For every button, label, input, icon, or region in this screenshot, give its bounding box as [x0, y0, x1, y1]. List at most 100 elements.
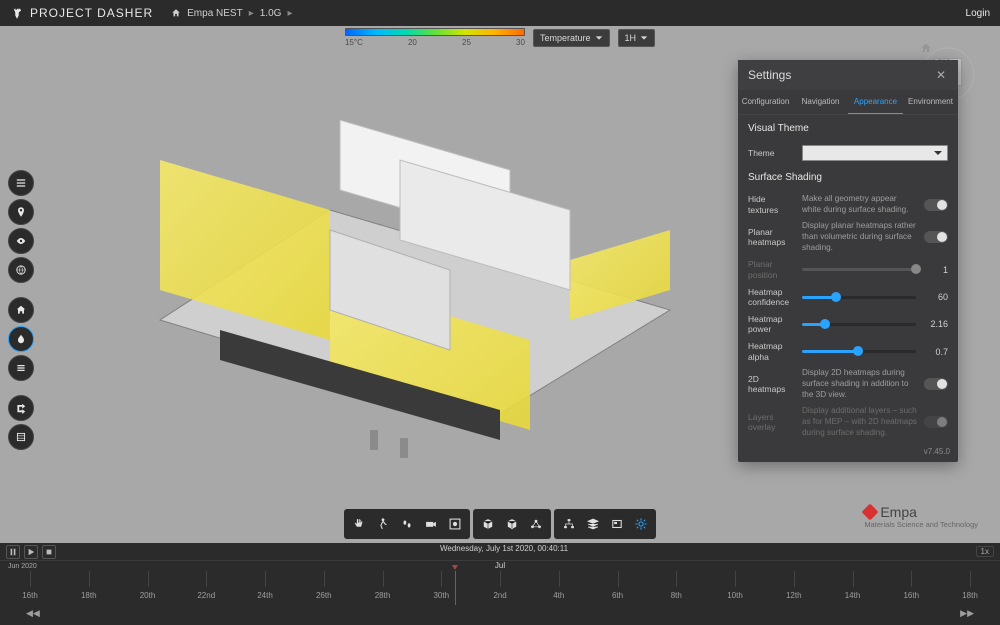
- setting-row: Heatmap alpha0.7: [738, 338, 958, 365]
- timeline-tick: [853, 571, 854, 587]
- timeline-track[interactable]: 16th18th20th22nd24th26th28th30th2nd4th6t…: [0, 571, 1000, 605]
- capture-button[interactable]: [444, 513, 466, 535]
- brand-tagline: Materials Science and Technology: [864, 520, 978, 529]
- setting-desc: Make all geometry appear white during su…: [802, 194, 918, 215]
- hand-button[interactable]: [348, 513, 370, 535]
- setting-row: Heatmap power2.16: [738, 311, 958, 338]
- setting-desc: Display 2D heatmaps during surface shadi…: [802, 368, 918, 400]
- timeline-tick-label: 6th: [612, 591, 623, 600]
- drop-tool[interactable]: [8, 326, 34, 352]
- toggle-switch: [924, 416, 948, 428]
- list-icon: [15, 177, 27, 189]
- timeline-tick-label: 24th: [257, 591, 273, 600]
- dropdown-label: 1H: [625, 33, 637, 43]
- setting-row: Hide texturesMake all geometry appear wh…: [738, 191, 958, 218]
- building-model-viewport[interactable]: [100, 60, 720, 460]
- tab-environment[interactable]: Environment: [903, 90, 958, 114]
- deer-icon: [10, 6, 24, 20]
- timeline-tick: [383, 571, 384, 587]
- breadcrumb-level[interactable]: 1.0G: [260, 8, 282, 19]
- login-link[interactable]: Login: [966, 8, 990, 19]
- molecule-button[interactable]: [525, 513, 547, 535]
- breadcrumb-home[interactable]: Empa NEST: [187, 8, 243, 19]
- toggle-switch[interactable]: [924, 231, 948, 243]
- eye-tool[interactable]: [8, 228, 34, 254]
- timeline-datetime: Wednesday, July 1st 2020, 00:40:11: [440, 544, 568, 553]
- gear-button[interactable]: [630, 513, 652, 535]
- globe-tool[interactable]: [8, 257, 34, 283]
- timeline-tick: [618, 571, 619, 587]
- toolbar-group: [344, 509, 470, 539]
- globe-icon: [15, 264, 27, 276]
- setting-label: Heatmap power: [748, 314, 796, 335]
- home-tool[interactable]: [8, 297, 34, 323]
- camera-button[interactable]: [420, 513, 442, 535]
- timeline-next[interactable]: ▶▶: [960, 608, 974, 619]
- sitemap-button[interactable]: [558, 513, 580, 535]
- panel-body: Visual Theme Theme Surface Shading Hide …: [738, 115, 958, 441]
- home-icon[interactable]: [171, 8, 181, 18]
- theme-label: Theme: [748, 148, 796, 159]
- tab-configuration[interactable]: Configuration: [738, 90, 793, 114]
- walk-button[interactable]: [372, 513, 394, 535]
- slider: [802, 264, 916, 276]
- pin-tool[interactable]: [8, 199, 34, 225]
- rect-button[interactable]: [606, 513, 628, 535]
- stack-button[interactable]: [582, 513, 604, 535]
- stack-icon: [586, 517, 600, 531]
- setting-row: 2D heatmapsDisplay 2D heatmaps during su…: [738, 365, 958, 403]
- legend-gradient: [345, 28, 525, 36]
- view-toolbar: [344, 509, 656, 539]
- timeline-prev[interactable]: ◀◀: [26, 608, 40, 619]
- legend-tick: 30: [516, 38, 525, 47]
- range-dropdown[interactable]: 1H: [618, 29, 656, 47]
- timeline-tick: [30, 571, 31, 587]
- pause-button[interactable]: [6, 545, 20, 559]
- legend-row: 15°C202530 Temperature 1H: [0, 28, 1000, 47]
- chevron-right-icon: ▸: [249, 8, 254, 19]
- layers-icon: [15, 362, 27, 374]
- toggle-switch[interactable]: [924, 199, 948, 211]
- timeline-tick: [911, 571, 912, 587]
- timeline-tick-label: 22nd: [197, 591, 215, 600]
- timeline-tick: [676, 571, 677, 587]
- close-icon[interactable]: ✕: [934, 68, 948, 82]
- timeline-tick: [265, 571, 266, 587]
- share-tool[interactable]: [8, 395, 34, 421]
- timeline-tick: [206, 571, 207, 587]
- timeline-tick: [324, 571, 325, 587]
- cube-button[interactable]: [477, 513, 499, 535]
- stop-button[interactable]: [42, 545, 56, 559]
- chevron-right-icon: ▸: [287, 8, 292, 19]
- film-tool[interactable]: [8, 424, 34, 450]
- slider[interactable]: [802, 291, 916, 303]
- toggle-switch[interactable]: [924, 378, 948, 390]
- list-tool[interactable]: [8, 170, 34, 196]
- app-logo: PROJECT DASHER: [10, 6, 153, 20]
- walk-icon: [376, 517, 390, 531]
- timeline-tick-label: 28th: [375, 591, 391, 600]
- timeline-tick: [148, 571, 149, 587]
- timeline-tick-label: 16th: [22, 591, 38, 600]
- slider[interactable]: [802, 318, 916, 330]
- cube-down-button[interactable]: [501, 513, 523, 535]
- slider-value: 0.7: [922, 347, 948, 357]
- speed-select[interactable]: 1x: [976, 546, 994, 557]
- viewcube-home-icon[interactable]: [920, 42, 932, 54]
- footstep-button[interactable]: [396, 513, 418, 535]
- cube-icon: [481, 517, 495, 531]
- toolbar-group: [554, 509, 656, 539]
- timeline-nav: ◀◀ ▶▶: [0, 605, 1000, 621]
- slider[interactable]: [802, 346, 916, 358]
- theme-select[interactable]: [802, 145, 948, 161]
- parameter-dropdown[interactable]: Temperature: [533, 29, 610, 47]
- timeline-tick-label: 10th: [727, 591, 743, 600]
- timeline-tick-label: 18th: [81, 591, 97, 600]
- tab-appearance[interactable]: Appearance: [848, 90, 903, 114]
- setting-label: Heatmap confidence: [748, 287, 796, 308]
- tab-navigation[interactable]: Navigation: [793, 90, 848, 114]
- layers-tool[interactable]: [8, 355, 34, 381]
- timeline-cursor[interactable]: [455, 571, 456, 605]
- play-button[interactable]: [24, 545, 38, 559]
- slider-value: 1: [922, 265, 948, 275]
